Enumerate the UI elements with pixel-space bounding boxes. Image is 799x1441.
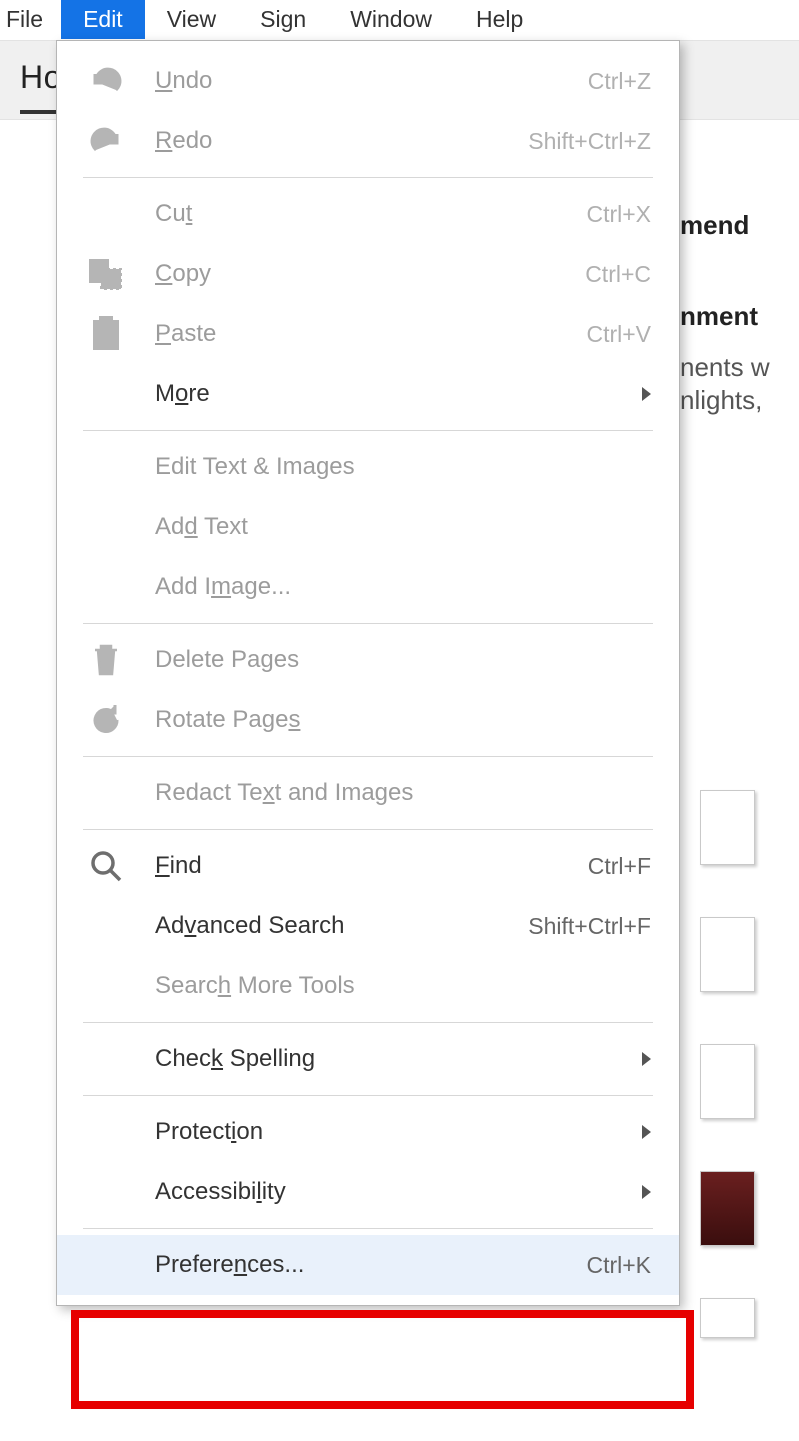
menu-item-preferences[interactable]: Preferences... Ctrl+K	[57, 1235, 679, 1295]
background-thumbnails	[700, 790, 765, 1390]
menu-item-add-text[interactable]: Add Text	[57, 497, 679, 557]
bg-hint-3a: nents w	[680, 352, 799, 383]
menu-label: Edit Text & Images	[129, 453, 651, 481]
menu-shortcut: Ctrl+V	[576, 321, 651, 348]
menu-label: Undo	[129, 67, 578, 95]
menu-item-redo[interactable]: Redo Shift+Ctrl+Z	[57, 111, 679, 171]
menu-shortcut: Ctrl+Z	[578, 68, 651, 95]
menu-label: Accessibility	[129, 1178, 632, 1206]
menu-item-redact[interactable]: Redact Text and Images	[57, 763, 679, 823]
rotate-icon	[83, 700, 129, 740]
trash-icon	[83, 640, 129, 680]
menu-help[interactable]: Help	[454, 0, 545, 39]
menu-shortcut: Ctrl+X	[576, 201, 651, 228]
menu-label: Add Image...	[129, 573, 651, 601]
callout-preferences	[71, 1310, 694, 1409]
menu-shortcut: Ctrl+C	[575, 261, 651, 288]
menu-item-more[interactable]: More	[57, 364, 679, 424]
doc-thumbnail	[700, 1298, 755, 1338]
menu-item-search-tools[interactable]: Search More Tools	[57, 956, 679, 1016]
copy-icon	[83, 254, 129, 294]
chevron-right-icon	[642, 1052, 651, 1066]
menu-sign[interactable]: Sign	[238, 0, 328, 39]
menu-shortcut: Shift+Ctrl+F	[518, 913, 651, 940]
menu-item-advanced-search[interactable]: Advanced Search Shift+Ctrl+F	[57, 896, 679, 956]
menu-separator	[83, 1095, 653, 1096]
bg-hint-2: nment	[680, 301, 799, 332]
menu-separator	[83, 829, 653, 830]
doc-thumbnail	[700, 917, 755, 992]
menu-label: Check Spelling	[129, 1045, 632, 1073]
edit-dropdown-menu: Undo Ctrl+Z Redo Shift+Ctrl+Z Cut Ctrl+X…	[56, 40, 680, 1306]
menu-label: Paste	[129, 320, 576, 348]
undo-icon	[83, 61, 129, 101]
menu-item-undo[interactable]: Undo Ctrl+Z	[57, 51, 679, 111]
menu-shortcut: Ctrl+K	[576, 1252, 651, 1279]
menu-label: Preferences...	[129, 1251, 576, 1279]
menu-edit[interactable]: Edit	[61, 0, 145, 39]
menu-label: Delete Pages	[129, 646, 651, 674]
doc-thumbnail	[700, 1044, 755, 1119]
menu-label: Copy	[129, 260, 575, 288]
menu-item-protection[interactable]: Protection	[57, 1102, 679, 1162]
menu-window[interactable]: Window	[328, 0, 454, 39]
menu-separator	[83, 1022, 653, 1023]
menu-separator	[83, 177, 653, 178]
menu-label: Search More Tools	[129, 972, 651, 1000]
menu-label: Find	[129, 852, 578, 880]
menu-shortcut: Shift+Ctrl+Z	[518, 128, 651, 155]
menu-item-rotate-pages[interactable]: Rotate Pages	[57, 690, 679, 750]
menu-item-accessibility[interactable]: Accessibility	[57, 1162, 679, 1222]
bg-hint-1: mend	[680, 210, 799, 241]
menu-label: More	[129, 380, 632, 408]
menu-separator	[83, 1228, 653, 1229]
menu-label: Redact Text and Images	[129, 779, 651, 807]
doc-thumbnail	[700, 1171, 755, 1246]
search-icon	[83, 846, 129, 886]
menu-item-paste[interactable]: Paste Ctrl+V	[57, 304, 679, 364]
background-text: mend nment nents w nlights,	[680, 200, 799, 462]
chevron-right-icon	[642, 387, 651, 401]
menubar: File Edit View Sign Window Help	[0, 0, 799, 40]
bg-hint-3b: nlights,	[680, 385, 799, 416]
paste-icon	[83, 314, 129, 354]
menu-separator	[83, 756, 653, 757]
menu-shortcut: Ctrl+F	[578, 853, 651, 880]
menu-item-copy[interactable]: Copy Ctrl+C	[57, 244, 679, 304]
menu-item-check-spelling[interactable]: Check Spelling	[57, 1029, 679, 1089]
doc-thumbnail	[700, 790, 755, 865]
menu-item-edit-text-images[interactable]: Edit Text & Images	[57, 437, 679, 497]
menu-separator	[83, 430, 653, 431]
menu-label: Add Text	[129, 513, 651, 541]
menu-label: Protection	[129, 1118, 632, 1146]
menu-item-find[interactable]: Find Ctrl+F	[57, 836, 679, 896]
menu-view[interactable]: View	[145, 0, 238, 39]
redo-icon	[83, 121, 129, 161]
menu-label: Rotate Pages	[129, 706, 651, 734]
chevron-right-icon	[642, 1185, 651, 1199]
menu-label: Cut	[129, 200, 576, 228]
menu-item-cut[interactable]: Cut Ctrl+X	[57, 184, 679, 244]
menu-item-add-image[interactable]: Add Image...	[57, 557, 679, 617]
menu-file[interactable]: File	[0, 0, 61, 39]
chevron-right-icon	[642, 1125, 651, 1139]
menu-label: Advanced Search	[129, 912, 518, 940]
menu-item-delete-pages[interactable]: Delete Pages	[57, 630, 679, 690]
menu-separator	[83, 623, 653, 624]
menu-label: Redo	[129, 127, 518, 155]
